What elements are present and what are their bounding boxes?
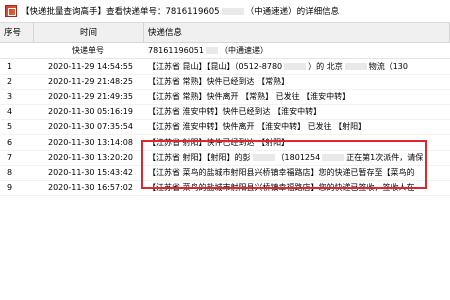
table-row[interactable]: 9 2020-11-30 16:57:02 【江苏省 菜鸟的盐城市射阳县兴桥镇幸福路… (0, 180, 450, 196)
redacted-mask (252, 153, 275, 161)
title-prefix: 【快递批量查询高手】查看快递单号：7816119605 (21, 7, 220, 17)
app-icon (5, 5, 17, 17)
row-info: 【江苏省 射阳】快件已经到达 【射阳】 (144, 135, 450, 150)
courier-name: （中通速递） (220, 46, 268, 55)
row-time: 2020-11-29 21:49:35 (48, 92, 133, 102)
column-header-time[interactable]: 时间 (34, 23, 144, 43)
row-info-text: 【江苏省 常熟】快件已经到达 【常熟】 (148, 77, 290, 87)
table-row[interactable]: 2 2020-11-29 21:48:25 【江苏省 常熟】快件已经到达 【常熟】 (0, 74, 450, 91)
row-number: 6 (7, 137, 13, 147)
row-info-text: ）的 北京 (308, 62, 343, 71)
row-time: 2020-11-29 21:48:25 (48, 77, 133, 87)
table-row[interactable]: 7 2020-11-30 13:20:20 【江苏省 射阳】【射阳】的彭 （18012… (0, 150, 450, 166)
row-info: 【江苏省 射阳】【射阳】的彭 （1801254 正在第1次派件，请保 (144, 150, 450, 165)
row-info-text: 【江苏省 菜鸟的盐城市射阳县兴桥镇幸福路店】您的快递已签收，签收人在 (148, 182, 415, 192)
row-info-text: 【江苏省 常熟】快件离开 【常熟】 已发往 【淮安中转】 (148, 92, 351, 102)
redacted-mask (344, 63, 367, 70)
row-time: 2020-11-30 15:43:42 (48, 167, 133, 177)
table-row[interactable]: 6 2020-11-30 13:14:08 【江苏省 射阳】快件已经到达 【射阳】 (0, 135, 450, 151)
row-info-text: 【江苏省 昆山】【昆山】（0512-8780 (148, 62, 283, 71)
row-info: 【江苏省 昆山】【昆山】（0512-8780 ）的 北京 物流（130 (144, 59, 450, 74)
row-time: 2020-11-30 13:14:08 (48, 137, 133, 147)
column-header-info[interactable]: 快递信息 (144, 23, 450, 43)
row-info-text: （1801254 (276, 152, 321, 162)
redacted-mask (221, 8, 244, 15)
row-number: 9 (7, 182, 13, 192)
column-header-num[interactable]: 序号 (0, 23, 34, 43)
row-info: 【江苏省 常熟】快件离开 【常熟】 已发往 【淮安中转】 (144, 89, 450, 104)
row-time: 2020-11-29 14:54:55 (48, 62, 133, 71)
table-row[interactable]: 4 2020-11-30 05:16:19 【江苏省 淮安中转】快件已经到达 【淮安… (0, 104, 450, 121)
table-row[interactable]: 1 2020-11-29 14:54:55 【江苏省 昆山】【昆山】（0512-87… (0, 59, 450, 75)
tracking-table: 序号 时间 快递信息 快递单号 78161196051 （中通速递） 1 2020-… (0, 23, 450, 300)
redacted-mask (322, 153, 345, 161)
redacted-mask (284, 63, 307, 70)
row-number: 4 (7, 107, 13, 117)
row-time: 2020-11-30 07:35:54 (48, 122, 133, 132)
table-row[interactable]: 3 2020-11-29 21:49:35 【江苏省 常熟】快件离开 【常熟】 已发… (0, 89, 450, 106)
table-row[interactable]: 8 2020-11-30 15:43:42 【江苏省 菜鸟的盐城市射阳县兴桥镇幸福路… (0, 165, 450, 181)
row-time: 2020-11-30 05:16:19 (48, 107, 133, 117)
tracking-number-label: 快递单号 (72, 46, 104, 55)
row-number: 7 (7, 152, 13, 162)
row-info-text: 正在第1次派件，请保 (346, 152, 424, 162)
row-number: 3 (7, 92, 13, 102)
row-time: 2020-11-30 13:20:20 (48, 152, 133, 162)
window-title: 【快递批量查询高手】查看快递单号：7816119605 （中通速递）的详细信息 (21, 5, 339, 17)
row-info: 【江苏省 淮安中转】快件离开 【淮安中转】 已发往 【射阳】 (144, 119, 450, 134)
row-number: 8 (7, 167, 13, 177)
title-suffix: （中通速递）的详细信息 (245, 7, 340, 17)
row-info: 【江苏省 菜鸟的盐城市射阳县兴桥镇幸福路店】您的快递已暂存至【菜鸟的 (144, 165, 450, 180)
row-number: 5 (7, 122, 13, 132)
tracking-number-row[interactable]: 快递单号 78161196051 （中通速递） (0, 43, 450, 59)
row-info-text: 【江苏省 淮安中转】快件已经到达 【淮安中转】 (148, 107, 322, 117)
row-info: 【江苏省 淮安中转】快件已经到达 【淮安中转】 (144, 104, 450, 119)
row-number: 1 (7, 62, 13, 71)
row-time: 2020-11-30 16:57:02 (48, 182, 133, 192)
tracking-number-text: 78161196051 (148, 46, 204, 55)
row-info: 【江苏省 菜鸟的盐城市射阳县兴桥镇幸福路店】您的快递已签收，签收人在 (144, 180, 450, 195)
row-number: 2 (7, 77, 13, 87)
row-info-text: 【江苏省 淮安中转】快件离开 【淮安中转】 已发往 【射阳】 (148, 122, 367, 132)
row-info-text: 【江苏省 菜鸟的盐城市射阳县兴桥镇幸福路店】您的快递已暂存至【菜鸟的 (148, 167, 415, 177)
row-info-text: 【江苏省 射阳】【射阳】的彭 (148, 152, 251, 162)
title-bar: 【快递批量查询高手】查看快递单号：7816119605 （中通速递）的详细信息 (0, 0, 450, 23)
row-info-text: 物流（130 (368, 62, 408, 71)
redacted-mask (206, 47, 218, 54)
row-info-text: 【江苏省 射阳】快件已经到达 【射阳】 (148, 137, 290, 147)
table-row[interactable]: 5 2020-11-30 07:35:54 【江苏省 淮安中转】快件离开 【淮安中转… (0, 119, 450, 136)
tracking-number-value: 78161196051 （中通速递） (144, 43, 450, 58)
row-info: 【江苏省 常熟】快件已经到达 【常熟】 (144, 74, 450, 89)
